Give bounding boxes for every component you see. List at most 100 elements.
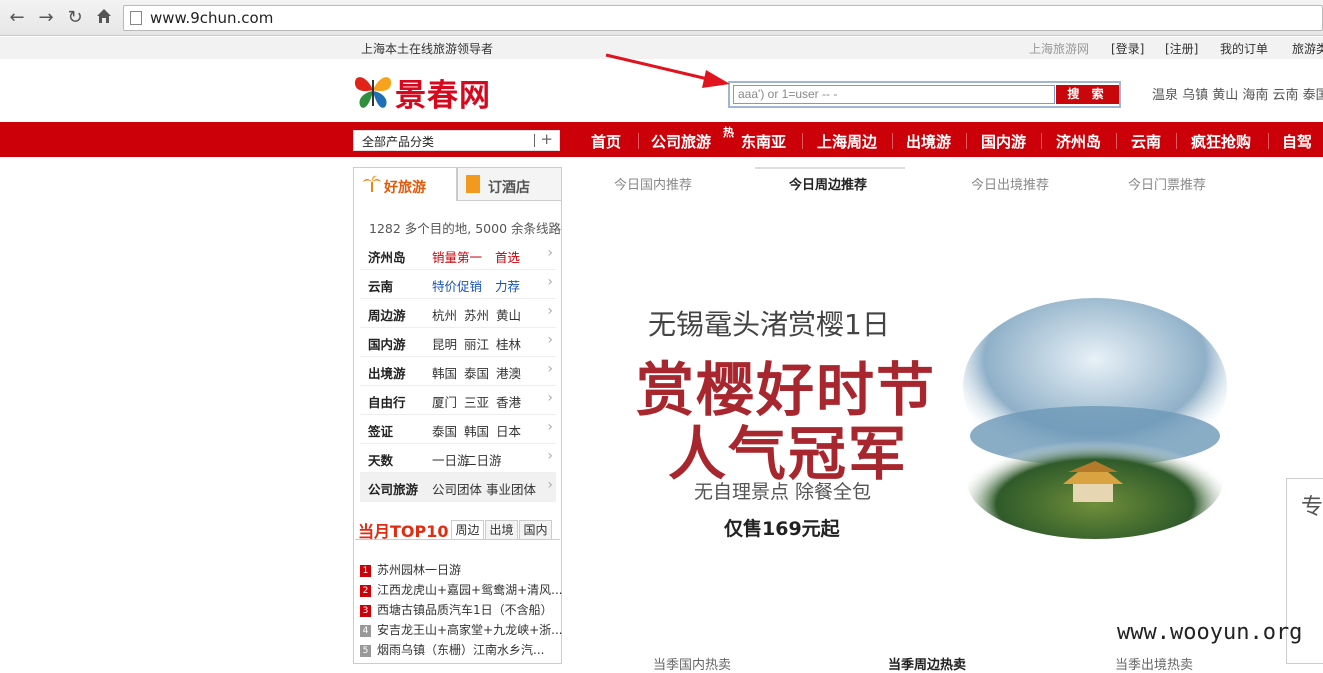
destination-link[interactable]: 公司团体 事业团体 — [432, 479, 536, 498]
tab-nearby-recommend[interactable]: 今日周边推荐 — [789, 174, 867, 193]
destination-category[interactable]: 签证 — [368, 421, 393, 440]
my-orders-link[interactable]: 我的订单 — [1220, 40, 1268, 57]
destination-link[interactable]: 首选 — [495, 247, 520, 266]
destination-link[interactable]: 韩国 — [432, 363, 457, 382]
side-widget-label: 专 — [1301, 495, 1323, 520]
top10-tab-outbound[interactable]: 出境 — [485, 520, 518, 540]
destination-category[interactable]: 国内游 — [368, 334, 406, 353]
register-link[interactable]: [注册] — [1165, 40, 1198, 57]
destination-summary: 1282 多个目的地, 5000 余条线路 — [369, 221, 562, 236]
browser-toolbar: ← → ↻ www.9chun.com — [0, 0, 1323, 36]
category-dropdown[interactable]: 全部产品分类 + — [353, 130, 560, 151]
top10-divider — [355, 539, 560, 540]
destination-link[interactable]: 苏州 — [464, 305, 489, 324]
destination-link[interactable]: 泰国 — [464, 363, 489, 382]
destination-link[interactable]: 销量第一 — [432, 247, 482, 266]
destination-category[interactable]: 公司旅游 — [368, 479, 418, 498]
tab-hotel[interactable]: 订酒店 — [457, 167, 562, 201]
nav-item-domestic[interactable]: 国内游 — [981, 131, 1026, 152]
tab-travel[interactable]: 好旅游 — [353, 167, 457, 201]
destination-category[interactable]: 周边游 — [368, 305, 406, 324]
banner-description: 无自理景点 除餐全包 — [694, 481, 872, 503]
destination-link[interactable]: 力荐 — [495, 276, 520, 295]
hot-search-words[interactable]: 温泉 乌镇 黄山 海南 云南 泰国 曲 — [1152, 84, 1323, 103]
destination-link[interactable]: 昆明 — [432, 334, 457, 353]
login-link[interactable]: [登录] — [1111, 40, 1144, 57]
top10-item-text[interactable]: 江西龙虎山+嘉园+鸳鸯湖+清风... — [377, 583, 563, 597]
top10-item-text[interactable]: 安吉龙王山+高家堂+九龙峡+浙... — [377, 623, 563, 637]
tab-ticket-recommend[interactable]: 今日门票推荐 — [1128, 174, 1206, 193]
nav-item-yunnan[interactable]: 云南 — [1131, 131, 1161, 152]
site-link[interactable]: 上海旅游网 — [1029, 40, 1089, 57]
logo-text[interactable]: 景春网 — [395, 70, 491, 115]
butterfly-logo-icon[interactable] — [352, 70, 394, 112]
address-bar[interactable]: www.9chun.com — [123, 5, 1323, 31]
nav-item-jeju[interactable]: 济州岛 — [1056, 131, 1101, 152]
home-icon[interactable] — [93, 7, 115, 29]
destination-row[interactable]: 天数 一日游 二日游 › — [360, 444, 556, 473]
destination-link[interactable]: 黄山 — [496, 305, 521, 324]
search-button[interactable]: 搜 索 — [1056, 85, 1119, 104]
top10-item[interactable]: 1 苏州园林一日游 — [360, 561, 461, 578]
tab-domestic-recommend[interactable]: 今日国内推荐 — [614, 174, 692, 193]
nav-item-self-drive[interactable]: 自驾 — [1282, 131, 1312, 152]
travel-category-link[interactable]: 旅游类 — [1292, 40, 1323, 57]
destination-link[interactable]: 特价促销 — [432, 276, 482, 295]
destination-link[interactable]: 三亚 — [464, 392, 489, 411]
nav-item-home[interactable]: 首页 — [591, 131, 621, 152]
destination-row[interactable]: 周边游 杭州 苏州 黄山 › — [360, 299, 556, 328]
destination-link[interactable]: 泰国 — [432, 421, 457, 440]
tab-outbound-recommend[interactable]: 今日出境推荐 — [971, 174, 1049, 193]
destination-link[interactable]: 厦门 — [432, 392, 457, 411]
banner-subtitle[interactable]: 无锡鼋头渚赏樱1日 — [648, 303, 890, 343]
url-text[interactable]: www.9chun.com — [150, 9, 273, 27]
forward-arrow-icon[interactable]: → — [35, 7, 57, 29]
destination-category[interactable]: 天数 — [368, 450, 393, 469]
top10-item-text[interactable]: 烟雨乌镇（东栅）江南水乡汽... — [377, 643, 544, 657]
destination-row[interactable]: 济州岛 销量第一 首选 › — [360, 241, 556, 270]
palm-tree-icon — [362, 174, 382, 194]
destination-link[interactable]: 港澳 — [496, 363, 521, 382]
top10-tab-domestic[interactable]: 国内 — [519, 520, 552, 540]
back-arrow-icon[interactable]: ← — [6, 7, 28, 29]
nav-divider — [638, 133, 639, 149]
top10-tab-nearby[interactable]: 周边 — [451, 520, 484, 540]
nav-item-flash-sale[interactable]: 疯狂抢购 — [1191, 131, 1251, 152]
destination-category[interactable]: 出境游 — [368, 363, 406, 382]
nav-item-company-travel[interactable]: 公司旅游 — [651, 131, 711, 152]
destination-link[interactable]: 二日游 — [464, 450, 502, 469]
destination-row[interactable]: 云南 特价促销 力荐 › — [360, 270, 556, 299]
destination-category[interactable]: 济州岛 — [368, 247, 406, 266]
recommend-tab-indicator — [755, 167, 905, 169]
expand-plus-icon[interactable]: + — [540, 130, 553, 148]
reload-icon[interactable]: ↻ — [64, 7, 86, 29]
top10-item[interactable]: 5 烟雨乌镇（东栅）江南水乡汽... — [360, 641, 544, 658]
destination-row[interactable]: 签证 泰国 韩国 日本 › — [360, 415, 556, 444]
destination-link[interactable]: 桂林 — [496, 334, 521, 353]
destination-link[interactable]: 杭州 — [432, 305, 457, 324]
top10-item[interactable]: 3 西塘古镇品质汽车1日（不含船） — [360, 601, 553, 618]
destination-row[interactable]: 出境游 韩国 泰国 港澳 › — [360, 357, 556, 386]
destination-row[interactable]: 国内游 昆明 丽江 桂林 › — [360, 328, 556, 357]
top10-item-text[interactable]: 苏州园林一日游 — [377, 563, 461, 577]
top10-item-text[interactable]: 西塘古镇品质汽车1日（不含船） — [377, 603, 553, 617]
top10-item[interactable]: 2 江西龙虎山+嘉园+鸳鸯湖+清风... — [360, 581, 563, 598]
nav-item-shanghai-nearby[interactable]: 上海周边 — [817, 131, 877, 152]
destination-link[interactable]: 丽江 — [464, 334, 489, 353]
nav-item-southeast-asia[interactable]: 东南亚 — [741, 131, 786, 152]
banner-landscape-image[interactable] — [958, 296, 1232, 540]
destination-row[interactable]: 公司旅游 公司团体 事业团体 › — [360, 473, 556, 502]
top10-item[interactable]: 4 安吉龙王山+高家堂+九龙峡+浙... — [360, 621, 563, 638]
search-input[interactable]: aaa') or 1=user -- - — [733, 85, 1055, 104]
destination-row[interactable]: 自由行 厦门 三亚 香港 › — [360, 386, 556, 415]
hot-badge: 热 — [723, 126, 734, 139]
destination-category[interactable]: 自由行 — [368, 392, 406, 411]
nav-item-outbound[interactable]: 出境游 — [906, 131, 951, 152]
destination-category[interactable]: 云南 — [368, 276, 393, 295]
search-box: aaa') or 1=user -- - 搜 索 — [728, 81, 1121, 108]
destination-link[interactable]: 韩国 — [464, 421, 489, 440]
destination-link[interactable]: 香港 — [496, 392, 521, 411]
chevron-right-icon: › — [547, 245, 553, 261]
page-icon — [130, 11, 142, 25]
destination-link[interactable]: 日本 — [496, 421, 521, 440]
